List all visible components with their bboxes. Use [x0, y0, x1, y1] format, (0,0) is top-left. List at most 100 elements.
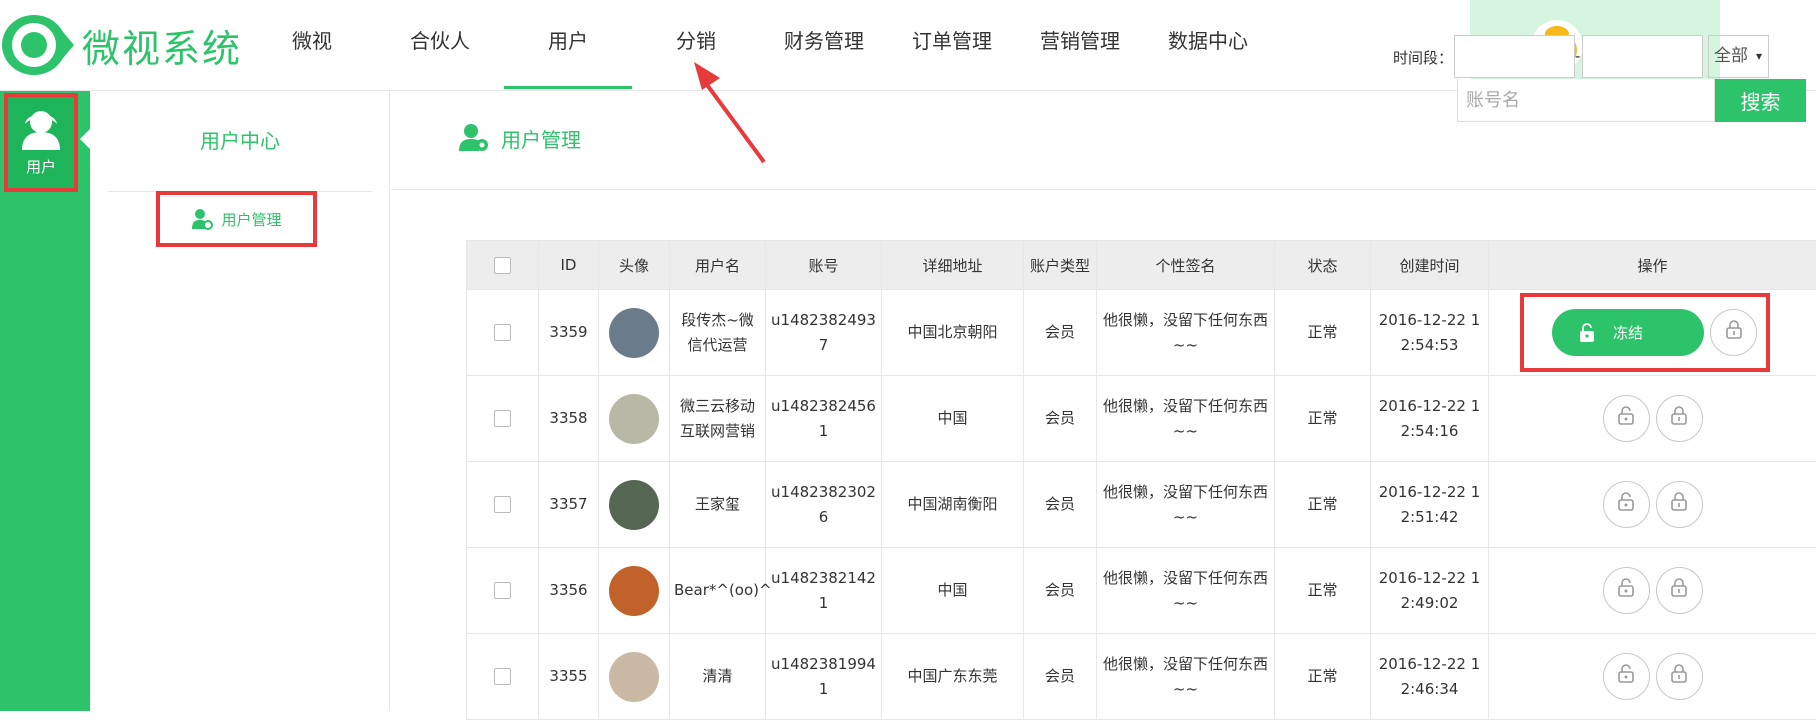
lock-open-icon	[1616, 405, 1636, 433]
unlock-button[interactable]	[1603, 567, 1650, 614]
nav-item-partner[interactable]: 合伙人	[376, 0, 504, 91]
lock-button[interactable]	[1656, 395, 1703, 442]
created-time: 2016-12-22 12:51:42	[1371, 462, 1489, 548]
signature: 他很懒，没留下任何东西~~	[1097, 548, 1275, 634]
row-select-cell	[467, 634, 539, 720]
actions-cell	[1489, 548, 1816, 634]
select-all-checkbox[interactable]	[494, 257, 511, 274]
highlight-box: 冻结	[1520, 293, 1770, 372]
row-actions	[1493, 481, 1812, 528]
user-settings-icon	[459, 123, 489, 153]
column-header: 账号	[766, 241, 882, 290]
lock-open-icon	[1616, 577, 1636, 605]
end-date-input[interactable]	[1582, 35, 1703, 78]
row-actions	[1493, 653, 1812, 700]
rail-item-user[interactable]: 用户	[4, 93, 78, 192]
avatar-cell	[599, 376, 670, 462]
nav-item-weishi[interactable]: 微视	[248, 0, 376, 91]
user-icon	[19, 108, 63, 152]
avatar-cell	[599, 548, 670, 634]
account: u14823824561	[766, 376, 882, 462]
row-actions	[1493, 395, 1812, 442]
user-name: Bear*^(oo)^	[670, 548, 766, 634]
account: u14823819941	[766, 634, 882, 720]
account-search-input[interactable]	[1457, 79, 1715, 122]
avatar	[609, 652, 659, 702]
rail-item-label: 用户	[26, 156, 56, 177]
account-type: 会员	[1024, 376, 1097, 462]
row-checkbox[interactable]	[494, 582, 511, 599]
avatar	[609, 308, 659, 358]
user-id: 3358	[539, 376, 599, 462]
avatar	[609, 566, 659, 616]
row-checkbox[interactable]	[494, 410, 511, 427]
submenu-item-user-management[interactable]: 用户管理	[156, 191, 317, 247]
nav-item-finance[interactable]: 财务管理	[760, 0, 888, 91]
search-button[interactable]: 搜索	[1715, 79, 1806, 122]
lock-button[interactable]	[1656, 481, 1703, 528]
actions-cell	[1489, 462, 1816, 548]
user-name: 王家玺	[670, 462, 766, 548]
created-time: 2016-12-22 12:54:53	[1371, 290, 1489, 376]
nav-item-marketing[interactable]: 营销管理	[1016, 0, 1144, 91]
avatar	[609, 480, 659, 530]
unlock-button[interactable]	[1603, 653, 1650, 700]
column-header: 详细地址	[882, 241, 1024, 290]
lock-button[interactable]	[1656, 653, 1703, 700]
status-select-value: 全部	[1714, 46, 1748, 66]
column-header: 个性签名	[1097, 241, 1275, 290]
column-header: 创建时间	[1371, 241, 1489, 290]
status-badge: 正常	[1275, 462, 1371, 548]
account-type: 会员	[1024, 548, 1097, 634]
unlock-button[interactable]	[1603, 481, 1650, 528]
table-header-row: ID 头像 用户名 账号 详细地址 账户类型 个性签名 状态 创建时间 操作	[467, 241, 1816, 290]
status-badge: 正常	[1275, 548, 1371, 634]
row-checkbox[interactable]	[494, 496, 511, 513]
column-header: 操作	[1489, 241, 1816, 290]
lock-open-icon	[1616, 491, 1636, 519]
user-name: 微三云移动互联网营销	[670, 376, 766, 462]
lock-icon	[1669, 577, 1689, 605]
status-select[interactable]: 全部 ▾	[1708, 35, 1769, 78]
nav-item-user[interactable]: 用户	[504, 0, 632, 91]
row-checkbox[interactable]	[494, 324, 511, 341]
column-header: 头像	[599, 241, 670, 290]
actions-cell: 冻结	[1489, 290, 1816, 376]
page-title: 用户管理	[459, 123, 581, 153]
lock-button[interactable]	[1656, 567, 1703, 614]
logo[interactable]: 微视系统	[0, 10, 242, 80]
signature: 他很懒，没留下任何东西~~	[1097, 462, 1275, 548]
row-actions	[1493, 567, 1812, 614]
lock-icon	[1724, 319, 1744, 347]
submenu-item-label: 用户管理	[221, 209, 281, 230]
signature: 他很懒，没留下任何东西~~	[1097, 376, 1275, 462]
actions-cell	[1489, 376, 1816, 462]
column-header: 账户类型	[1024, 241, 1097, 290]
status-badge: 正常	[1275, 290, 1371, 376]
freeze-button[interactable]: 冻结	[1552, 309, 1704, 356]
account-type: 会员	[1024, 290, 1097, 376]
caret-down-icon: ▾	[1756, 36, 1762, 77]
row-checkbox[interactable]	[494, 668, 511, 685]
lock-icon	[1669, 491, 1689, 519]
address: 中国湖南衡阳	[882, 462, 1024, 548]
user-id: 3359	[539, 290, 599, 376]
lock-icon	[1669, 663, 1689, 691]
start-date-input[interactable]	[1454, 35, 1575, 78]
lock-button[interactable]	[1710, 309, 1757, 356]
table-row: 3359段传杰~微信代运营u14823824937中国北京朝阳会员他很懒，没留下…	[467, 290, 1816, 376]
unlock-button[interactable]	[1603, 395, 1650, 442]
avatar	[609, 394, 659, 444]
avatar-cell	[599, 634, 670, 720]
user-name: 段传杰~微信代运营	[670, 290, 766, 376]
nav-item-orders[interactable]: 订单管理	[888, 0, 1016, 91]
eye-logo-icon	[0, 10, 74, 80]
account: u14823824937	[766, 290, 882, 376]
address: 中国	[882, 548, 1024, 634]
time-range-label: 时间段：	[1393, 47, 1453, 68]
logo-text: 微视系统	[82, 18, 242, 73]
created-time: 2016-12-22 12:54:16	[1371, 376, 1489, 462]
nav-item-data-center[interactable]: 数据中心	[1144, 0, 1272, 91]
freeze-label: 冻结	[1613, 322, 1643, 343]
table-row: 3358微三云移动互联网营销u14823824561中国会员他很懒，没留下任何东…	[467, 376, 1816, 462]
